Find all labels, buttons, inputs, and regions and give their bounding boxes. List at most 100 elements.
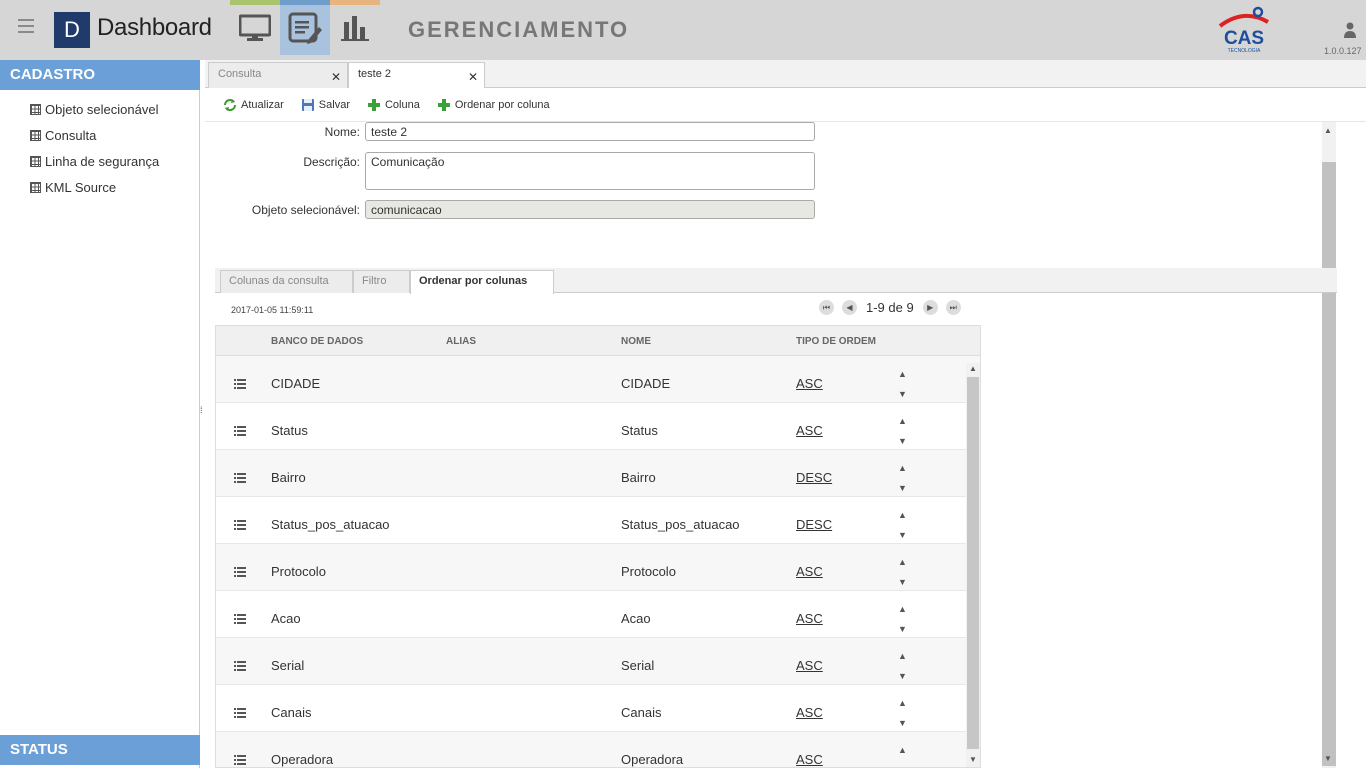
close-icon[interactable]: ✕ [468, 70, 478, 84]
scroll-up-icon[interactable]: ▲ [1324, 126, 1332, 135]
save-button[interactable]: Salvar [301, 98, 350, 112]
scrollbar-thumb[interactable] [967, 377, 979, 749]
drag-handle-icon[interactable] [234, 659, 246, 674]
sidebar-item-kml-source[interactable]: KML Source [30, 174, 159, 200]
name-input[interactable]: teste 2 [365, 122, 815, 141]
column-header-nome[interactable]: NOME [621, 336, 651, 347]
cell-ordem-link[interactable]: DESC [796, 470, 832, 485]
table-row[interactable]: CIDADE CIDADE ASC ▲ ▼ [216, 356, 980, 403]
move-down-icon[interactable]: ▼ [898, 718, 907, 728]
move-up-icon[interactable]: ▲ [898, 510, 907, 520]
first-page-icon[interactable]: ⏮ [819, 300, 834, 315]
move-down-icon[interactable]: ▼ [898, 530, 907, 540]
sidebar-item-objeto-selecionavel[interactable]: Objeto selecionável [30, 96, 159, 122]
reorder-arrows: ▲▼ [898, 740, 907, 767]
table-row[interactable]: Bairro Bairro DESC ▲ ▼ [216, 450, 980, 497]
table-icon [30, 103, 41, 115]
add-order-by-column-button[interactable]: Ordenar por coluna [437, 98, 550, 112]
move-up-icon[interactable]: ▲ [898, 416, 907, 426]
cell-ordem-link[interactable]: ASC [796, 423, 823, 438]
drag-handle-icon[interactable] [234, 753, 246, 767]
name-row: Nome: teste 2 [205, 122, 815, 141]
move-up-icon[interactable]: ▲ [898, 745, 907, 755]
tab-filtro[interactable]: Filtro [353, 270, 410, 293]
cell-ordem-link[interactable]: ASC [796, 705, 823, 720]
tab-consulta[interactable]: Consulta ✕ [208, 62, 348, 88]
tab-colunas-da-consulta[interactable]: Colunas da consulta [220, 270, 353, 293]
table-row[interactable]: Acao Acao ASC ▲ ▼ [216, 591, 980, 638]
drag-handle-icon[interactable] [234, 612, 246, 627]
move-up-icon[interactable]: ▲ [898, 463, 907, 473]
move-down-icon[interactable]: ▼ [898, 483, 907, 493]
move-up-icon[interactable]: ▲ [898, 698, 907, 708]
grid-header: BANCO DE DADOS ALIAS NOME TIPO DE ORDEM [216, 326, 980, 356]
order-columns-grid: BANCO DE DADOS ALIAS NOME TIPO DE ORDEM … [215, 325, 981, 768]
prev-page-icon[interactable]: ◀ [842, 300, 857, 315]
sidebar-item-consulta[interactable]: Consulta [30, 122, 159, 148]
column-header-tipo-ordem[interactable]: TIPO DE ORDEM [796, 336, 876, 347]
sidebar-splitter-handle[interactable]: ⁞ [200, 405, 205, 419]
drag-handle-icon[interactable] [234, 424, 246, 439]
scroll-down-icon[interactable]: ▼ [1324, 754, 1332, 763]
cell-nome: Serial [621, 658, 655, 673]
scrollbar-thumb[interactable] [1322, 162, 1336, 766]
sidebar-section-status[interactable]: STATUS [0, 735, 200, 765]
move-down-icon[interactable]: ▼ [898, 624, 907, 634]
tab-teste-2[interactable]: teste 2 ✕ [348, 62, 485, 89]
drag-handle-icon[interactable] [234, 471, 246, 486]
sidebar-item-linha-de-seguranca[interactable]: Linha de segurança [30, 148, 159, 174]
close-icon[interactable]: ✕ [331, 70, 341, 84]
move-up-icon[interactable]: ▲ [898, 369, 907, 379]
grid-scrollbar[interactable]: ▲ ▼ [966, 363, 980, 767]
cell-banco: Operadora [271, 752, 334, 767]
cell-ordem-link[interactable]: DESC [796, 517, 832, 532]
cell-nome: Status [621, 423, 658, 438]
table-row[interactable]: Serial Serial ASC ▲ ▼ [216, 638, 980, 685]
move-down-icon[interactable]: ▼ [898, 671, 907, 681]
cell-ordem-link[interactable]: ASC [796, 376, 823, 391]
cell-ordem-link[interactable]: ASC [796, 752, 823, 767]
table-row[interactable]: Status_pos_atuacao Status_pos_atuacao DE… [216, 497, 980, 544]
move-down-icon[interactable]: ▼ [898, 389, 907, 399]
move-up-icon[interactable]: ▲ [898, 557, 907, 567]
next-page-icon[interactable]: ▶ [922, 300, 938, 315]
add-column-button[interactable]: Coluna [367, 98, 420, 112]
table-row[interactable]: Operadora Operadora ASC ▲▼ [216, 732, 980, 767]
main-scrollbar[interactable]: ▲ ▼ [1322, 122, 1336, 768]
nav-chart-button[interactable] [330, 0, 380, 55]
move-down-icon[interactable]: ▼ [898, 436, 907, 446]
description-textarea[interactable]: Comunicação [365, 152, 815, 190]
table-row[interactable]: Canais Canais ASC ▲ ▼ [216, 685, 980, 732]
move-up-icon[interactable]: ▲ [898, 604, 907, 614]
refresh-button[interactable]: Atualizar [223, 98, 284, 112]
last-page-icon[interactable]: ⏭ [945, 300, 961, 315]
cell-ordem-link[interactable]: ASC [796, 658, 823, 673]
cell-ordem-link[interactable]: ASC [796, 564, 823, 579]
scroll-up-icon[interactable]: ▲ [969, 364, 977, 373]
user-icon[interactable] [1343, 22, 1357, 41]
scroll-down-icon[interactable]: ▼ [969, 755, 977, 764]
nav-monitor-button[interactable] [230, 0, 280, 55]
reorder-arrows: ▲▼ [898, 411, 907, 451]
description-row: Descrição: Comunicação [205, 152, 815, 190]
column-header-alias[interactable]: ALIAS [446, 336, 476, 347]
table-row[interactable]: Protocolo Protocolo ASC ▲ ▼ [216, 544, 980, 591]
drag-handle-icon[interactable] [234, 518, 246, 533]
drag-handle-icon[interactable] [234, 565, 246, 580]
hamburger-menu-icon[interactable] [18, 19, 34, 33]
nav-edit-button[interactable] [280, 0, 330, 55]
sidebar-section-cadastro[interactable]: CADASTRO [0, 60, 200, 90]
table-row[interactable]: Status Status ASC ▲ ▼ [216, 403, 980, 450]
cell-banco: Protocolo [271, 564, 326, 579]
cell-ordem-link[interactable]: ASC [796, 611, 823, 626]
move-up-icon[interactable]: ▲ [898, 651, 907, 661]
drag-handle-icon[interactable] [234, 377, 246, 392]
column-header-banco[interactable]: BANCO DE DADOS [271, 336, 363, 347]
tab-ordenar-por-colunas[interactable]: Ordenar por colunas [410, 270, 554, 294]
move-down-icon[interactable]: ▼ [898, 577, 907, 587]
cas-logo-subtext: TECNOLOGIA [1228, 48, 1261, 54]
cas-logo-text: CAS [1224, 28, 1264, 49]
name-label: Nome: [324, 125, 360, 139]
drag-handle-icon[interactable] [234, 706, 246, 721]
reorder-arrows: ▲▼ [898, 364, 907, 404]
